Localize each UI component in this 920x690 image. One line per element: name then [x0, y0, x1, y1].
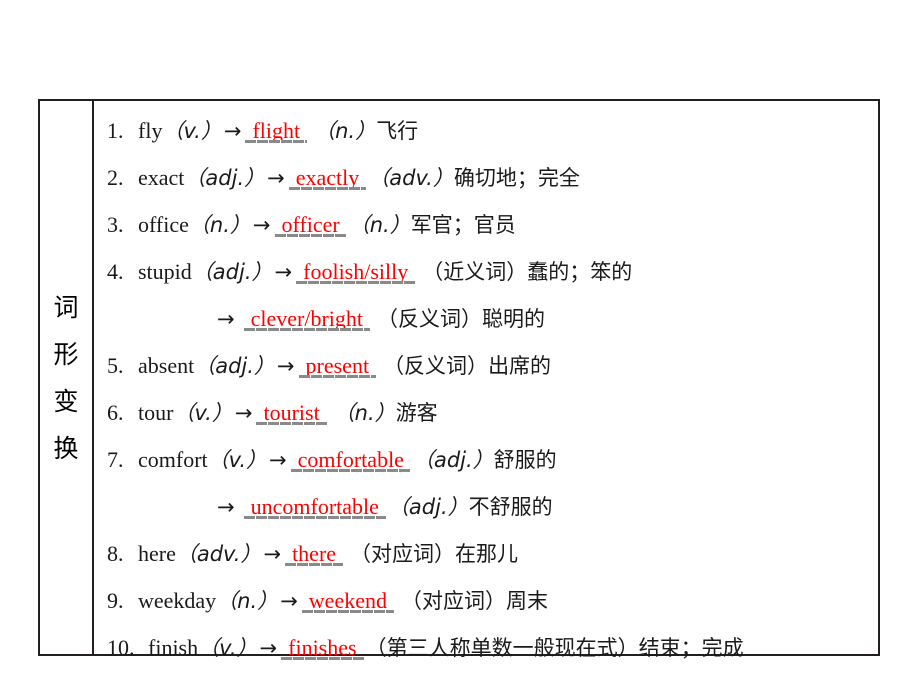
arrow-icon: → [276, 354, 295, 378]
row-pos-before: （v.） [173, 401, 233, 425]
table-row-continuation: → uncomfortable （adj.）不舒服的 [107, 483, 878, 530]
row-base-word: tour [138, 400, 174, 425]
row-number: 10. [107, 635, 135, 660]
row-pos-after: （n.） [333, 401, 396, 425]
row-number: 3. [107, 212, 124, 237]
row-meaning: 出席的 [488, 354, 552, 378]
row-number: 2. [107, 165, 124, 190]
row-pos-after: （adj.） [387, 495, 469, 519]
row-pos-after: （n.） [348, 213, 411, 237]
side-label-char-3: 变 [53, 386, 79, 416]
row-answer: uncomfortable [243, 483, 387, 530]
row-answer: finishes [281, 624, 365, 671]
table-row: 8. here（adv.）→ there （对应词）在那儿 [107, 530, 878, 577]
row-base-word: finish [148, 635, 199, 660]
table-row: 5. absent（adj.）→ present （反义词）出席的 [107, 342, 878, 389]
arrow-icon: → [280, 589, 298, 613]
row-meaning: 聪明的 [482, 307, 546, 331]
table-row: 9. weekday（n.）→ weekend （对应词）周末 [107, 577, 878, 624]
table-row: 10. finish（v.）→ finishes （第三人称单数一般现在式）结束；完成 [107, 624, 878, 671]
table-row: 6. tour（v.）→ tourist （n.）游客 [107, 389, 878, 436]
arrow-icon: → [217, 495, 235, 519]
arrow-icon: → [223, 119, 242, 143]
row-meaning: 在那儿 [455, 542, 519, 566]
arrow-icon: → [259, 636, 278, 660]
row-base-word: absent [138, 353, 195, 378]
row-answer: foolish/silly [296, 248, 416, 295]
row-answer: tourist [256, 389, 327, 436]
row-pos-before: （n.） [188, 213, 251, 237]
side-label-char-2: 形 [53, 339, 79, 369]
table-row-continuation: → clever/bright （反义词）聪明的 [107, 295, 878, 342]
row-pos-before: （adj.） [191, 260, 273, 284]
row-pos-after: （n.） [314, 119, 377, 143]
row-number: 4. [107, 259, 124, 284]
row-meaning: 确切地；完全 [453, 166, 580, 190]
row-pos-before: （n.） [216, 589, 279, 613]
row-pos-after: （近义词） [422, 260, 528, 284]
row-pos-before: （adj.） [194, 354, 275, 378]
row-meaning: 飞行 [376, 119, 419, 143]
arrow-icon: → [274, 260, 293, 284]
table-row: 3. office（n.）→ officer （n.）军官；官员 [107, 201, 878, 248]
row-number: 7. [107, 447, 124, 472]
row-base-word: office [138, 212, 189, 237]
row-pos-before: （v.） [162, 119, 222, 143]
table-row: 1. fly（v.）→ flight （n.）飞行 [107, 107, 878, 154]
row-answer: flight [245, 107, 307, 154]
row-pos-before: （v.） [207, 448, 268, 472]
row-meaning: 结束；完成 [638, 636, 744, 660]
arrow-icon: → [234, 401, 253, 425]
side-label-char-1: 词 [53, 292, 79, 322]
row-pos-after: （第三人称单数一般现在式） [365, 636, 639, 660]
row-answer: weekend [301, 577, 395, 624]
arrow-icon: → [269, 448, 287, 472]
row-number: 6. [107, 400, 124, 425]
row-pos-after: （对应词） [400, 589, 506, 613]
table-side-label-cell: 词 形 变 换 [40, 101, 94, 654]
row-meaning: 游客 [395, 401, 438, 425]
row-pos-before: （v.） [198, 636, 258, 660]
table-content-cell: 1. fly（v.）→ flight （n.）飞行 2. exact（adj.）→ exa… [94, 101, 878, 660]
side-label-char-4: 换 [53, 433, 79, 463]
table-row: 4. stupid（adj.）→ foolish/silly （近义词）蠢的；笨的 [107, 248, 878, 295]
row-meaning: 蠢的；笨的 [527, 260, 633, 284]
arrow-icon: → [252, 213, 271, 237]
table-row: 7. comfort（v.）→ comfortable （adj.）舒服的 [107, 436, 878, 483]
row-pos-after: （对应词） [350, 542, 456, 566]
row-number: 8. [107, 541, 124, 566]
slide-root: 词 形 变 换 1. fly（v.）→ flight （n.）飞行 2. exact（a… [0, 0, 920, 690]
row-pos-after: （adj.） [412, 448, 494, 472]
row-pos-before: （adv.） [175, 542, 262, 566]
arrow-icon: → [217, 307, 235, 331]
row-base-word: here [138, 541, 176, 566]
row-base-word: comfort [138, 447, 208, 472]
row-base-word: fly [138, 118, 163, 143]
row-number: 5. [107, 353, 124, 378]
row-number: 1. [107, 118, 124, 143]
row-answer: officer [274, 201, 347, 248]
row-answer: present [298, 342, 377, 389]
row-answer: exactly [288, 154, 367, 201]
row-meaning: 不舒服的 [468, 495, 553, 519]
row-base-word: exact [138, 165, 185, 190]
row-number: 9. [107, 588, 124, 613]
row-answer: there [285, 530, 344, 577]
arrow-icon: → [267, 166, 285, 190]
row-base-word: stupid [138, 259, 192, 284]
row-pos-after: （adv.） [368, 166, 454, 190]
row-pos-after: （反义词） [377, 307, 483, 331]
row-meaning: 军官；官员 [410, 213, 516, 237]
row-meaning: 舒服的 [493, 448, 557, 472]
row-answer: clever/bright [243, 295, 371, 342]
table-row: 2. exact（adj.）→ exactly （adv.）确切地；完全 [107, 154, 878, 201]
word-form-table: 词 形 变 换 1. fly（v.）→ flight （n.）飞行 2. exact（a… [38, 99, 880, 660]
arrow-icon: → [263, 542, 282, 566]
row-base-word: weekday [138, 588, 217, 613]
row-pos-before: （adj.） [184, 166, 266, 190]
row-answer: comfortable [290, 436, 412, 483]
row-pos-after: （反义词） [383, 354, 489, 378]
row-meaning: 周末 [505, 589, 548, 613]
